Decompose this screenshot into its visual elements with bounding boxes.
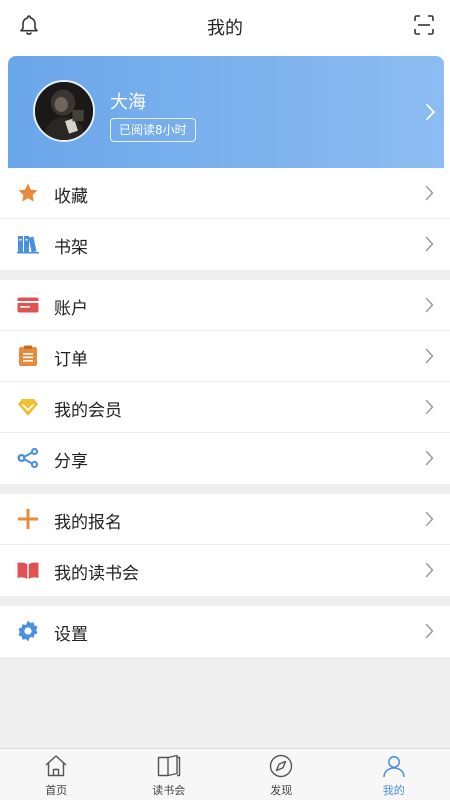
- profile-card[interactable]: 大海 已阅读8小时: [8, 56, 444, 168]
- plus-icon: [16, 507, 40, 531]
- book-icon: [156, 753, 182, 779]
- bookshelf-icon: [16, 232, 40, 256]
- profile-section: 大海 已阅读8小时: [0, 52, 450, 168]
- chevron-right-icon: [425, 185, 434, 201]
- menu-group-account: 账户 订单 我的会员 分享: [0, 280, 450, 484]
- menu-item-label: 设置: [54, 625, 88, 645]
- chevron-right-icon: [425, 623, 434, 639]
- menu-item-bookshelf[interactable]: 书架: [0, 219, 450, 270]
- compass-icon: [268, 753, 294, 779]
- chevron-right-icon: [425, 297, 434, 313]
- menu-item-label: 收藏: [54, 187, 88, 207]
- menu-item-label: 我的读书会: [54, 564, 139, 584]
- chevron-right-icon[interactable]: [424, 102, 436, 122]
- chevron-right-icon: [425, 236, 434, 252]
- tab-label: 读书会: [152, 784, 186, 797]
- menu-item-label: 订单: [54, 350, 88, 370]
- diamond-icon: [16, 395, 40, 419]
- gear-icon: [16, 619, 40, 643]
- chevron-right-icon: [425, 511, 434, 527]
- avatar[interactable]: [33, 80, 95, 142]
- tab-label: 发现: [270, 784, 293, 797]
- tab-home[interactable]: 首页: [0, 749, 113, 800]
- clipboard-icon: [16, 344, 40, 368]
- star-icon: [16, 181, 40, 205]
- open-book-icon: [16, 558, 40, 582]
- menu-item-label: 分享: [54, 452, 88, 472]
- menu-item-favorites[interactable]: 收藏: [0, 168, 450, 219]
- menu-item-my-reading-clubs[interactable]: 我的读书会: [0, 545, 450, 596]
- bottom-tab-bar: 首页 读书会 发现 我的: [0, 748, 450, 800]
- chevron-right-icon: [425, 562, 434, 578]
- tab-label: 我的: [382, 784, 405, 797]
- menu-group-collection: 收藏 书架: [0, 168, 450, 270]
- top-bar: 我的: [0, 0, 450, 52]
- tab-mine[interactable]: 我的: [338, 749, 450, 800]
- scan-icon[interactable]: [412, 13, 436, 37]
- menu-item-membership[interactable]: 我的会员: [0, 382, 450, 433]
- menu-item-label: 我的报名: [54, 513, 122, 533]
- menu-item-my-registrations[interactable]: 我的报名: [0, 494, 450, 545]
- menu-item-account[interactable]: 账户: [0, 280, 450, 331]
- share-icon: [16, 446, 40, 470]
- tab-discover[interactable]: 发现: [225, 749, 338, 800]
- menu-item-label: 我的会员: [54, 401, 122, 421]
- chevron-right-icon: [425, 399, 434, 415]
- page-title: 我的: [207, 18, 243, 39]
- reading-time-badge: 已阅读8小时: [110, 118, 196, 142]
- chevron-right-icon: [425, 348, 434, 364]
- chevron-right-icon: [425, 450, 434, 466]
- menu-item-share[interactable]: 分享: [0, 433, 450, 484]
- username: 大海: [110, 92, 146, 113]
- home-icon: [43, 753, 69, 779]
- card-icon: [16, 293, 40, 317]
- menu-item-settings[interactable]: 设置: [0, 606, 450, 657]
- menu-item-label: 账户: [54, 299, 88, 319]
- menu-item-label: 书架: [54, 238, 88, 258]
- person-icon: [381, 753, 407, 779]
- menu-item-orders[interactable]: 订单: [0, 331, 450, 382]
- menu-group-settings: 设置: [0, 606, 450, 657]
- tab-label: 首页: [45, 784, 68, 797]
- tab-reading-club[interactable]: 读书会: [113, 749, 226, 800]
- menu-group-reading-club: 我的报名 我的读书会: [0, 494, 450, 596]
